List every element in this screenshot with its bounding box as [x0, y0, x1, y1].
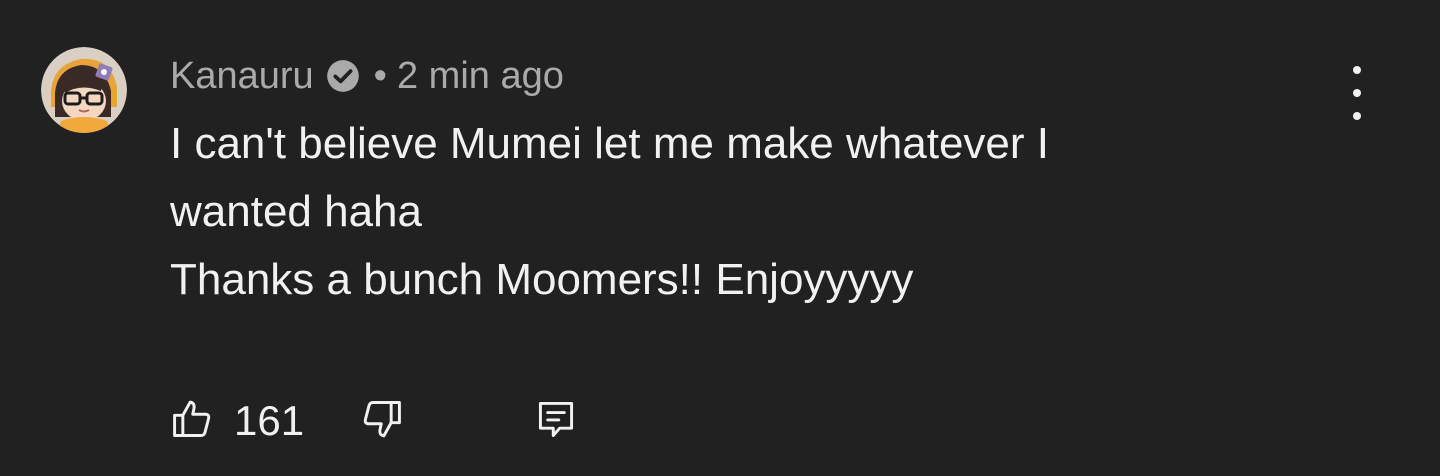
- thumbs-up-icon: [170, 397, 214, 446]
- avatar[interactable]: [41, 47, 127, 133]
- comment-timestamp[interactable]: 2 min ago: [397, 55, 564, 98]
- dislike-button[interactable]: [360, 397, 404, 446]
- comment-actions: 161: [170, 394, 578, 448]
- menu-dot: [1353, 66, 1361, 74]
- reply-button[interactable]: [534, 397, 578, 446]
- like-button[interactable]: 161: [170, 397, 360, 446]
- comment-text-line: Thanks a bunch Moomers!! Enjoyyyyy: [170, 255, 914, 304]
- comment-text-line: wanted haha: [170, 187, 422, 236]
- comment-text: I can't believe Mumei let me make whatev…: [170, 110, 1320, 314]
- comment-text-line: I can't believe Mumei let me make whatev…: [170, 119, 1049, 168]
- comment-header: Kanauru • 2 min ago: [170, 50, 1320, 102]
- avatar-image: [41, 47, 127, 133]
- thumbs-down-icon: [360, 397, 404, 446]
- menu-dot: [1353, 89, 1361, 97]
- more-vertical-icon[interactable]: [1340, 66, 1374, 120]
- verified-check-icon: [324, 57, 362, 95]
- comment-body: Kanauru • 2 min ago I can't believe Mume…: [170, 50, 1320, 314]
- separator-dot: •: [373, 54, 387, 97]
- reply-comment-icon: [534, 397, 578, 446]
- like-count: 161: [234, 397, 305, 444]
- menu-dot: [1353, 112, 1361, 120]
- author-name[interactable]: Kanauru: [170, 55, 314, 98]
